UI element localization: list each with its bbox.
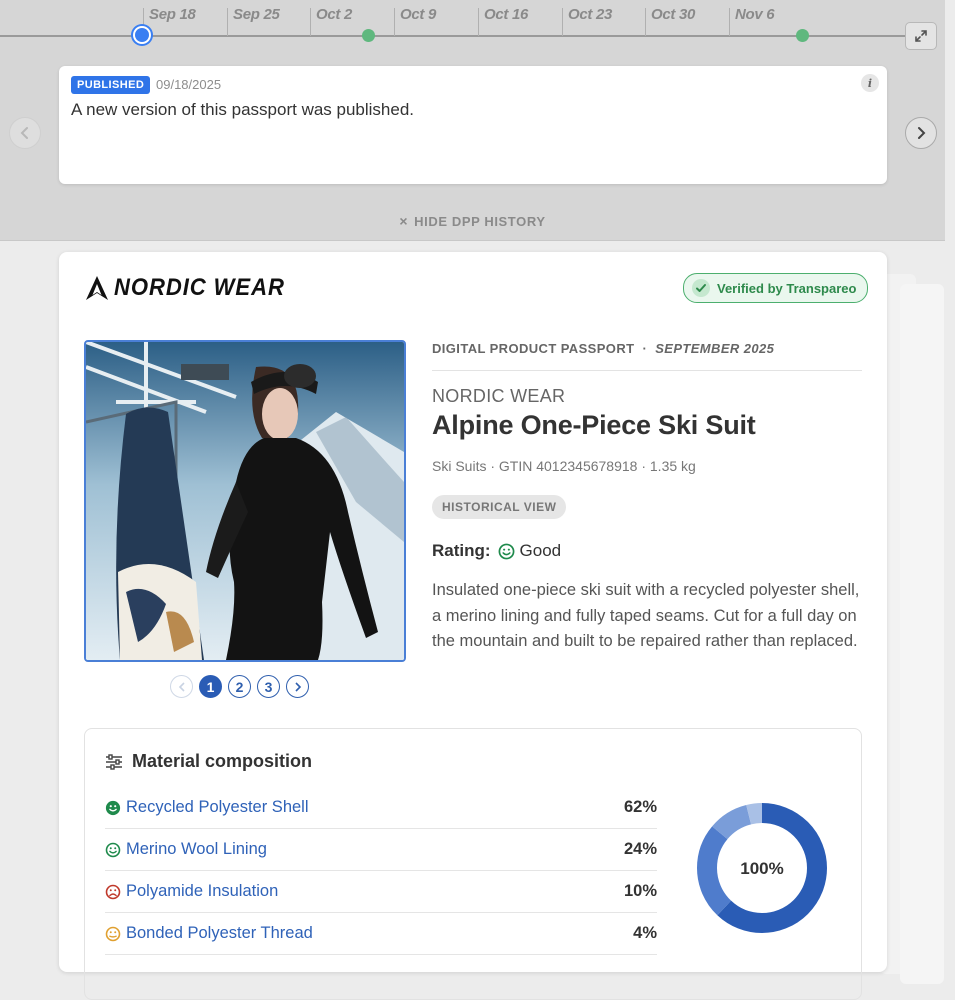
timeline-version-marker[interactable]	[362, 29, 375, 42]
dpp-history-panel: Sep 18 Sep 25 Oct 2 Oct 9 Oct 16 Oct 23 …	[0, 0, 945, 241]
material-name-text: Recycled Polyester Shell	[126, 798, 309, 816]
product-title: Alpine One-Piece Ski Suit	[432, 410, 756, 440]
smiley-good-icon	[498, 543, 514, 559]
status-badge: PUBLISHED	[71, 76, 151, 94]
expand-icon	[915, 30, 927, 42]
verified-badge[interactable]: Verified by Transpareo	[683, 273, 869, 303]
material-percentage: 10%	[623, 882, 657, 900]
pager-page-3[interactable]: 3	[257, 675, 280, 698]
hide-history-label: HIDE DPP HISTORY	[414, 214, 546, 229]
material-row[interactable]: Recycled Polyester Shell 62%	[105, 787, 657, 829]
pager-next-button[interactable]	[286, 675, 309, 698]
material-name-text: Polyamide Insulation	[126, 882, 279, 900]
product-rating: Rating: Good	[432, 541, 561, 561]
smiley-bad-icon	[105, 884, 121, 899]
timeline-tick	[645, 8, 646, 36]
rating-value: Good	[519, 541, 562, 560]
material-heading-text: Material composition	[132, 751, 313, 771]
product-photo-illustration	[86, 342, 404, 660]
material-name-text: Bonded Polyester Thread	[126, 924, 313, 942]
timeline-tick	[729, 8, 730, 36]
timeline-tick	[478, 8, 479, 36]
chevron-right-icon	[294, 681, 301, 692]
material-composition-heading: Material composition	[105, 751, 312, 772]
material-donut-chart: 100%	[697, 803, 827, 933]
previous-version-button[interactable]	[9, 117, 41, 149]
kicker-date: SEPTEMBER 2025	[655, 341, 775, 356]
divider	[432, 370, 862, 371]
product-meta: Ski Suits · GTIN 4012345678918 · 1.35 kg	[432, 458, 696, 474]
pager-prev-button[interactable]	[170, 675, 193, 698]
material-name-text: Merino Wool Lining	[126, 840, 267, 858]
material-name: Bonded Polyester Thread	[105, 924, 313, 943]
timeline-label: Oct 2	[316, 6, 353, 23]
material-row[interactable]: Polyamide Insulation 10%	[105, 871, 657, 913]
material-composition-panel: Material composition Recycled Polyester …	[84, 728, 862, 1000]
brand-logo: NORDIC WEAR	[84, 274, 300, 302]
close-icon: ×	[399, 213, 409, 229]
timeline-label: Oct 23	[568, 6, 613, 23]
pager-page-2[interactable]: 2	[228, 675, 251, 698]
sliders-icon	[106, 753, 122, 770]
passport-kicker: DIGITAL PRODUCT PASSPORT · SEPTEMBER 2025	[432, 341, 774, 356]
version-event-card: PUBLISHED 09/18/2025 A new version of th…	[59, 66, 887, 184]
timeline-version-marker[interactable]	[796, 29, 809, 42]
material-name: Polyamide Insulation	[105, 882, 278, 901]
verified-label: Verified by Transpareo	[717, 280, 857, 296]
smiley-good-icon	[105, 800, 121, 815]
stacked-card-shadow	[900, 284, 944, 984]
timeline-label: Nov 6	[735, 6, 775, 23]
kicker-label: DIGITAL PRODUCT PASSPORT	[432, 341, 635, 356]
timeline-label: Oct 9	[400, 6, 437, 23]
material-row[interactable]: Bonded Polyester Thread 4%	[105, 913, 657, 955]
kicker-separator: ·	[642, 341, 648, 356]
material-percentage: 24%	[623, 840, 657, 858]
expand-timeline-button[interactable]	[905, 22, 937, 50]
chevron-left-icon	[20, 127, 28, 139]
pager-page-1[interactable]: 1	[199, 675, 222, 698]
timeline-tick	[310, 8, 311, 36]
next-version-button[interactable]	[905, 117, 937, 149]
image-pager: 1 2 3	[170, 675, 309, 698]
historical-view-badge: HISTORICAL VIEW	[432, 495, 567, 519]
material-name: Recycled Polyester Shell	[105, 798, 309, 817]
info-icon[interactable]: i	[861, 74, 879, 92]
brand-mark-icon	[86, 276, 108, 300]
timeline-label: Oct 16	[484, 6, 529, 23]
product-description: Insulated one-piece ski suit with a recy…	[432, 581, 860, 650]
chevron-left-icon	[178, 681, 185, 692]
timeline-tick	[394, 8, 395, 36]
check-icon	[692, 279, 710, 297]
donut-total-label: 100%	[740, 859, 783, 878]
product-image[interactable]	[84, 340, 406, 662]
timeline-tick	[562, 8, 563, 36]
brand-logo-text: NORDIC WEAR	[114, 274, 285, 301]
hide-history-button[interactable]: × HIDE DPP HISTORY	[0, 213, 945, 229]
rating-label: Rating:	[432, 541, 491, 560]
material-row[interactable]: Merino Wool Lining 24%	[105, 829, 657, 871]
timeline-label: Sep 18	[149, 6, 196, 23]
material-list: Recycled Polyester Shell 62% Merino Wool…	[105, 787, 657, 955]
material-name: Merino Wool Lining	[105, 840, 267, 859]
product-brand: NORDIC WEAR	[432, 386, 566, 406]
timeline-label: Sep 25	[233, 6, 280, 23]
material-percentage: 4%	[633, 924, 657, 942]
event-date: 09/18/2025	[156, 77, 222, 92]
smiley-neutral-icon	[105, 926, 121, 941]
timeline-version-current[interactable]	[135, 28, 149, 42]
smiley-good-icon	[105, 842, 121, 857]
timeline-tick	[227, 8, 228, 36]
event-message: A new version of this passport was publi…	[71, 100, 415, 119]
chevron-right-icon	[918, 127, 926, 139]
material-percentage: 62%	[623, 798, 657, 816]
passport-card: NORDIC WEAR Verified by Transpareo 1 2 3…	[59, 252, 887, 1000]
timeline-label: Oct 30	[651, 6, 696, 23]
